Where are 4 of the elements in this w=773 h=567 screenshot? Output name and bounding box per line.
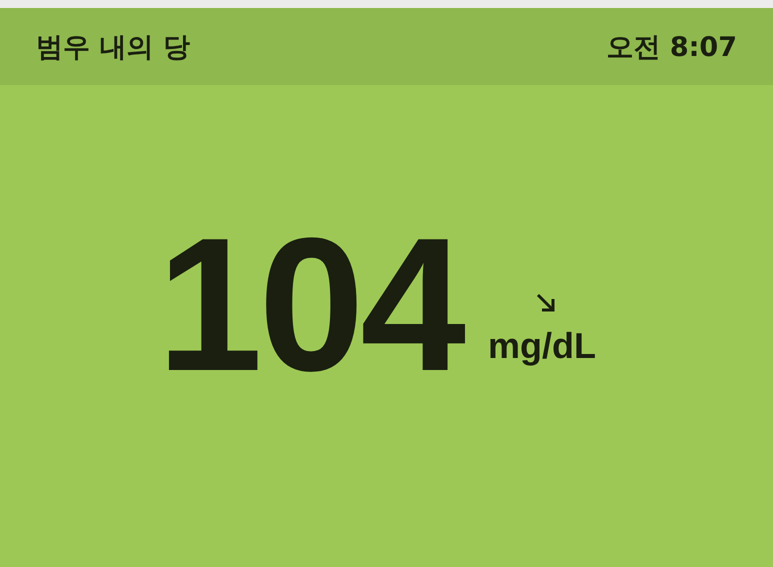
app-title: 범우 내의 당	[36, 30, 190, 64]
clock-time: 오전 8:07	[606, 30, 737, 64]
unit-label: mg/dL	[488, 325, 596, 367]
glucose-value: 104	[157, 235, 462, 375]
